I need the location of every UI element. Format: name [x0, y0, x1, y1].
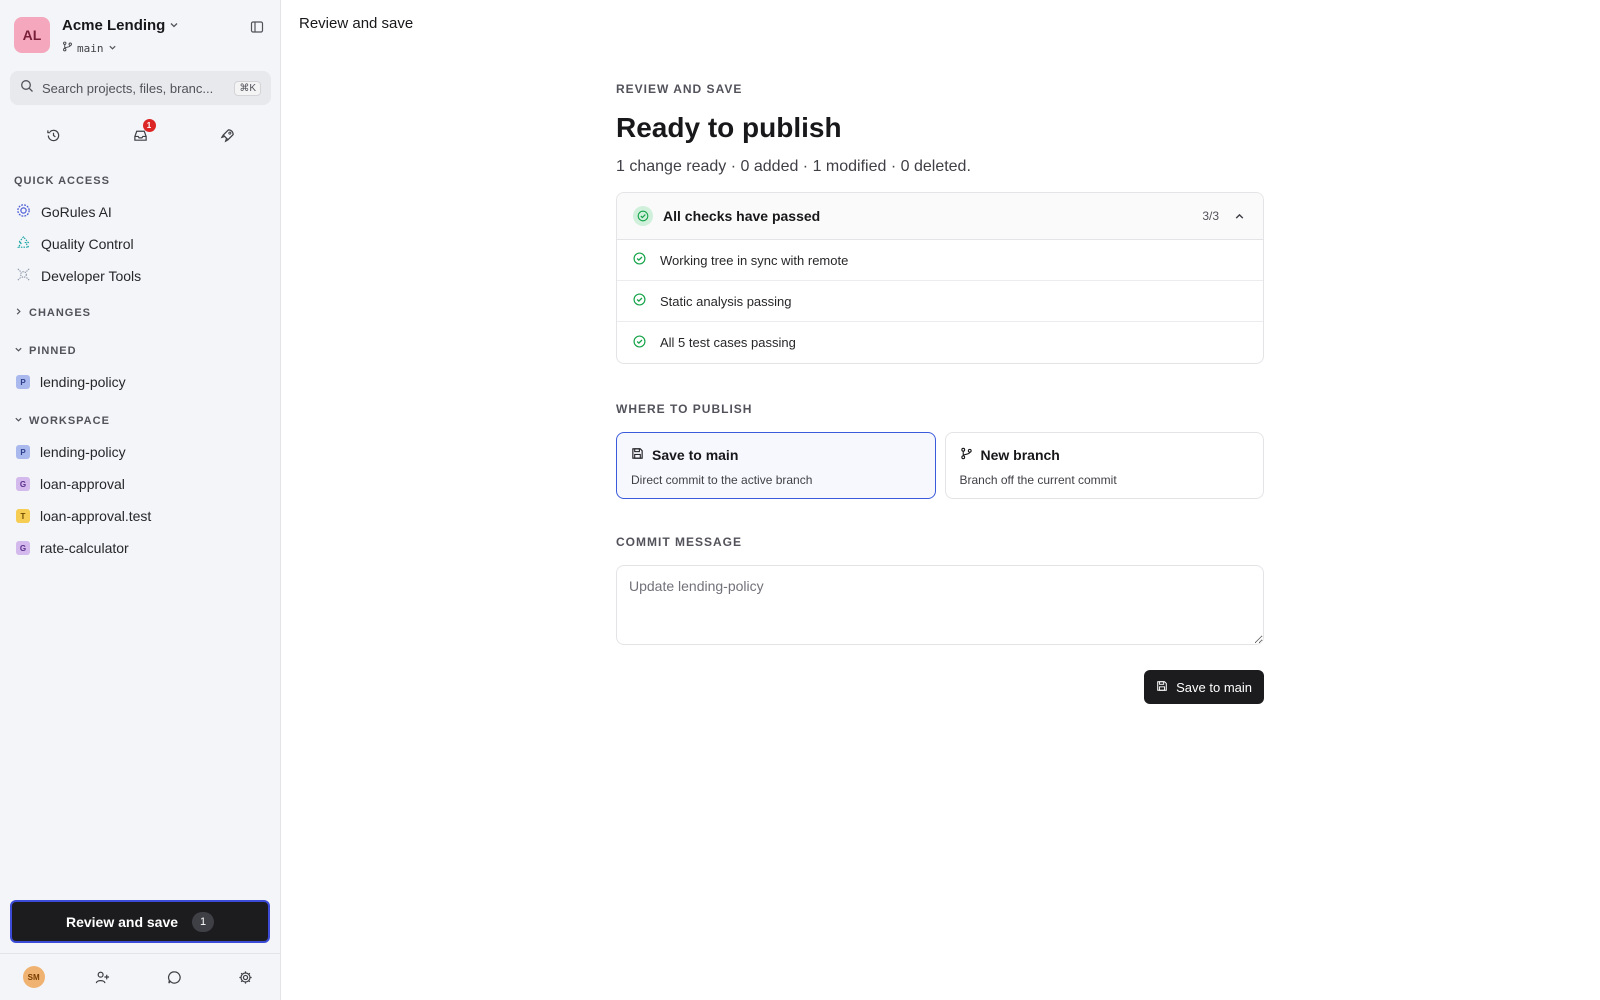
floppy-disk-icon: [631, 447, 644, 463]
commit-message-input[interactable]: [616, 565, 1264, 645]
check-row: Working tree in sync with remote: [617, 240, 1263, 281]
history-icon[interactable]: [41, 122, 67, 148]
chevron-down-icon: [169, 17, 179, 34]
option-new-branch[interactable]: New branch Branch off the current commit: [944, 432, 1264, 499]
changes-title: CHANGES: [29, 307, 92, 319]
sidebar-toggle-icon[interactable]: [247, 17, 267, 37]
workspace-switcher[interactable]: Acme Lending: [62, 17, 179, 34]
workspace-item-label: rate-calculator: [40, 540, 129, 556]
workspace-item-label: loan-approval.test: [40, 508, 152, 524]
workspace-name: Acme Lending: [62, 17, 166, 34]
pinned-item[interactable]: P lending-policy: [16, 368, 266, 396]
sidebar-footer: SM: [0, 953, 281, 1000]
pinned-item-label: lending-policy: [40, 374, 126, 390]
search-shortcut: ⌘K: [234, 80, 261, 96]
project-badge-icon: P: [16, 445, 30, 459]
add-user-icon[interactable]: [90, 964, 116, 990]
commit-section-label: COMMIT MESSAGE: [616, 535, 743, 549]
check-row: All 5 test cases passing: [617, 322, 1263, 363]
gear-icon[interactable]: [232, 964, 258, 990]
option-title: Save to main: [652, 447, 739, 463]
bug-icon: [16, 267, 31, 285]
sidebar: AL Acme Lending main ⌘K: [0, 0, 281, 1000]
workspace-item-label: loan-approval: [40, 476, 125, 492]
headline: Ready to publish: [616, 112, 842, 143]
submit-label: Save to main: [1176, 679, 1252, 695]
checks-header[interactable]: All checks have passed 3/3: [617, 193, 1263, 240]
chat-icon[interactable]: [161, 964, 187, 990]
workspace-item[interactable]: P lending-policy: [16, 438, 266, 466]
chevron-up-icon[interactable]: [1231, 208, 1247, 224]
search-bar[interactable]: ⌘K: [10, 71, 271, 105]
check-circle-icon: [633, 252, 646, 268]
changes-section-toggle[interactable]: CHANGES: [14, 307, 91, 319]
page-title: Review and save: [299, 15, 414, 32]
submit-row: Save to main: [616, 670, 1264, 704]
review-content: REVIEW AND SAVE Ready to publish 1 chang…: [616, 82, 1264, 704]
sidebar-icon-row: 1: [10, 119, 271, 148]
check-circle-icon: [633, 334, 646, 351]
graph-badge-icon: G: [16, 541, 30, 555]
quick-access-item-developer-tools[interactable]: Developer Tools: [16, 262, 266, 290]
quick-access-label: Developer Tools: [41, 268, 142, 284]
workspace-item[interactable]: G loan-approval: [16, 470, 266, 498]
floppy-disk-icon: [1156, 680, 1168, 695]
workspace-item-label: lending-policy: [40, 444, 126, 460]
check-label: Static analysis passing: [660, 293, 792, 309]
check-label: Working tree in sync with remote: [660, 252, 849, 268]
quick-access-label: Quality Control: [41, 236, 134, 252]
pinned-section-toggle[interactable]: PINNED: [14, 345, 77, 357]
save-to-main-button[interactable]: Save to main: [1144, 670, 1264, 704]
option-save-to-main[interactable]: Save to main Direct commit to the active…: [616, 432, 936, 499]
branch-switcher[interactable]: main: [62, 41, 117, 55]
search-input[interactable]: [42, 80, 227, 96]
review-button-label: Review and save: [65, 913, 179, 930]
rocket-icon[interactable]: [215, 122, 241, 148]
checks-title: All checks have passed: [663, 208, 821, 224]
check-label: All 5 test cases passing: [660, 335, 796, 350]
user-avatar[interactable]: SM: [22, 966, 45, 988]
tree-icon: [16, 235, 31, 253]
option-description: Branch off the current commit: [959, 473, 1117, 487]
checks-card: All checks have passed 3/3 Working tree …: [616, 192, 1264, 364]
sparkle-gear-icon: [16, 203, 31, 221]
workspace-avatar[interactable]: AL: [14, 17, 50, 53]
check-circle-icon: [633, 206, 653, 226]
chevron-right-icon: [14, 307, 23, 319]
option-title: New branch: [980, 447, 1060, 463]
git-branch-icon: [960, 447, 973, 463]
test-badge-icon: T: [16, 509, 30, 523]
quick-access-item-quality-control[interactable]: Quality Control: [16, 230, 266, 258]
check-row: Static analysis passing: [617, 281, 1263, 322]
publish-section-label: WHERE TO PUBLISH: [616, 402, 753, 416]
workspace-item[interactable]: T loan-approval.test: [16, 502, 266, 530]
quick-access-label: GoRules AI: [41, 204, 112, 220]
search-icon: [20, 79, 34, 98]
pinned-title: PINNED: [29, 345, 77, 357]
checks-count: 3/3: [1202, 209, 1219, 223]
chevron-down-icon: [108, 42, 117, 55]
check-circle-icon: [633, 293, 646, 309]
git-branch-icon: [62, 41, 73, 55]
inbox-icon[interactable]: 1: [128, 119, 156, 148]
change-count-badge: 1: [192, 911, 215, 932]
workspace-section-toggle[interactable]: WORKSPACE: [14, 415, 110, 427]
quick-access-item-gorules-ai[interactable]: GoRules AI: [16, 198, 266, 226]
option-description: Direct commit to the active branch: [631, 473, 813, 487]
change-summary: 1 change ready · 0 added · 1 modified · …: [616, 158, 971, 175]
project-badge-icon: P: [16, 375, 30, 389]
review-and-save-button[interactable]: Review and save 1: [10, 900, 270, 943]
workspace-item[interactable]: G rate-calculator: [16, 534, 266, 562]
notification-badge: 1: [142, 119, 156, 132]
graph-badge-icon: G: [16, 477, 30, 491]
workspace-header: AL Acme Lending main: [14, 17, 267, 57]
branch-name: main: [77, 41, 104, 55]
chevron-down-icon: [14, 345, 23, 357]
eyebrow-label: REVIEW AND SAVE: [616, 82, 743, 96]
workspace-title: WORKSPACE: [29, 415, 110, 427]
quick-access-title: QUICK ACCESS: [14, 175, 110, 187]
chevron-down-icon: [14, 415, 23, 427]
publish-options: Save to main Direct commit to the active…: [616, 432, 1264, 499]
